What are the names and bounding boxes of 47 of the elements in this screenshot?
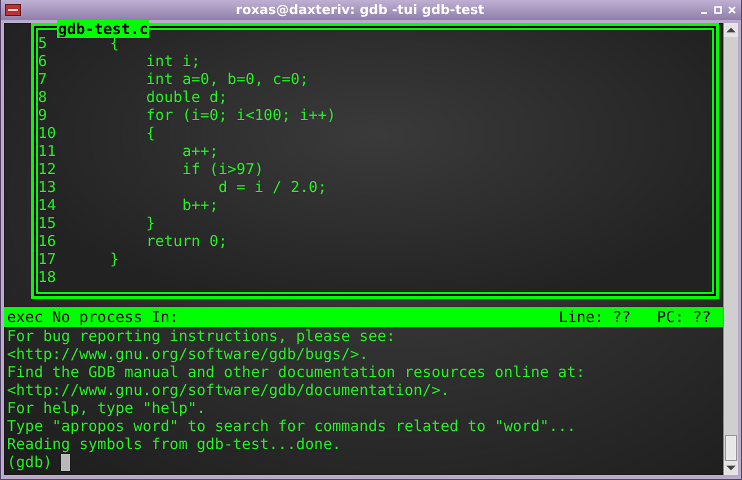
console-output-line: Find the GDB manual and other documentation resources online at: [7,363,585,381]
line-number: 15 [38,214,58,232]
code-line: } [145,214,156,232]
process-status: exec No process In: [7,307,179,327]
source-file-title: gdb-test.c [57,20,150,38]
pc-status: PC: ?? [656,307,711,327]
code-line: int a=0, b=0, c=0; [145,70,309,88]
scroll-down-icon[interactable] [724,461,738,475]
line-number: 18 [38,268,58,286]
line-number: 9 [38,106,48,124]
code-line: d = i / 2.0; [217,178,327,196]
line-number: 17 [38,250,58,268]
line-number: 5 [38,34,48,52]
window-menu-icon[interactable] [5,4,21,16]
close-icon[interactable] [727,5,737,15]
console-output-line: For bug reporting instructions, please see: [7,327,396,345]
line-number: 16 [38,232,58,250]
console-output-line: Type "apropos word" to search for commands related to "word"... [7,417,576,435]
console-output-line: <http://www.gnu.org/software/gdb/bugs/>. [7,345,368,363]
code-line: a++; [181,142,218,160]
line-number: 14 [38,196,58,214]
console-output-line: <http://www.gnu.org/software/gdb/documentation/>. [7,381,450,399]
console-output-line: For help, type "help". [7,399,206,417]
line-status: Line: ?? [558,307,631,327]
gdb-prompt: (gdb) [7,453,52,471]
code-line: return 0; [145,232,228,250]
text-cursor [61,454,70,470]
code-line: double d; [145,88,228,106]
line-number: 8 [38,88,48,106]
line-number: 12 [38,160,58,178]
code-line: } [110,250,120,268]
code-line: b++; [181,196,218,214]
line-number: 7 [38,70,48,88]
scroll-up-icon[interactable] [724,23,738,37]
line-number: 13 [38,178,58,196]
line-number: 10 [38,124,58,142]
line-number: 11 [38,142,58,160]
window-title: roxas@daxteriv: gdb -tui gdb-test [234,2,486,18]
code-line: int i; [145,52,200,70]
code-line: for (i=0; i<100; i++) [145,106,336,124]
scrollbar-thumb[interactable] [725,435,737,461]
line-number: 6 [38,52,48,70]
scrollbar[interactable] [723,23,738,475]
code-line: if (i>97) [181,160,264,178]
code-line: { [145,124,156,142]
maximize-icon[interactable] [713,5,723,15]
console-output-line: Reading symbols from gdb-test...done. [7,435,342,453]
